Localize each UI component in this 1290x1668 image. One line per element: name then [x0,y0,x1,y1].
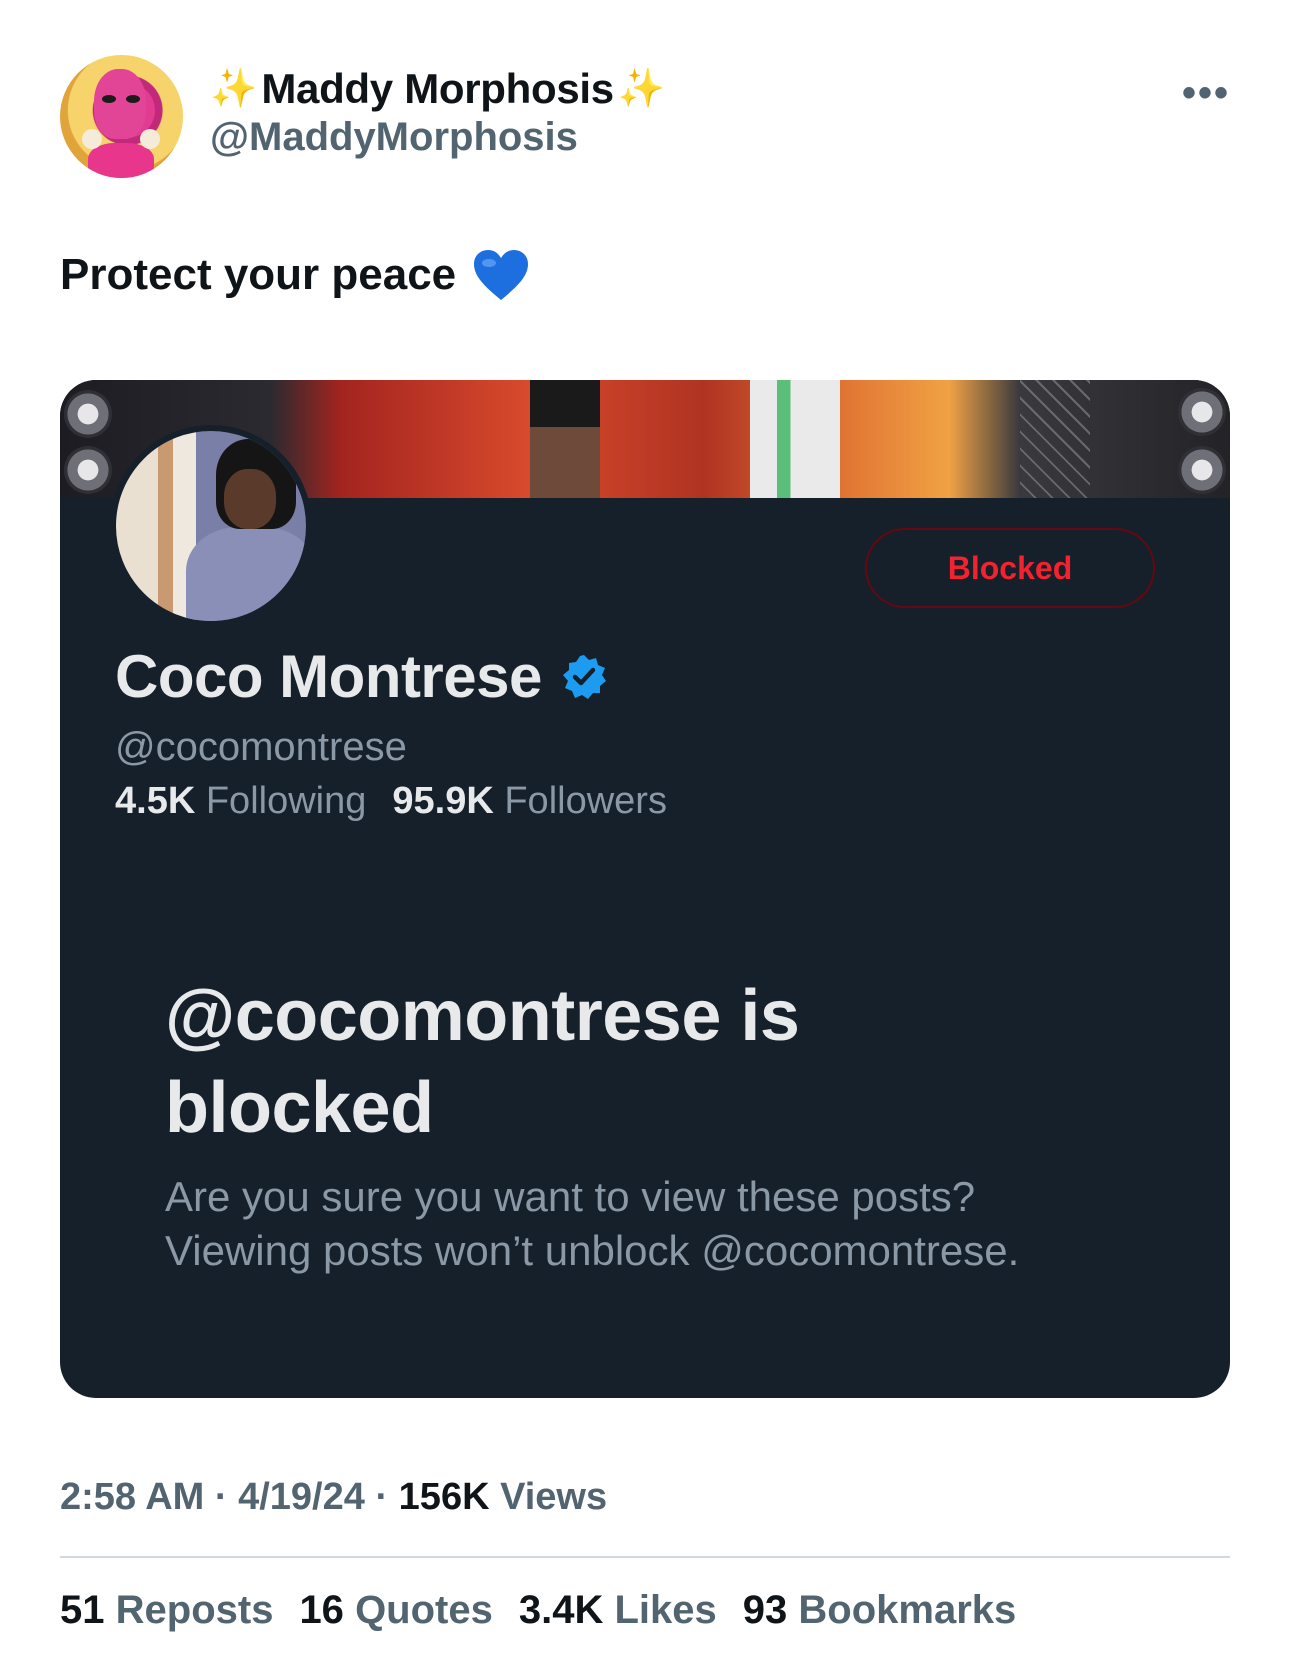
author-name-row[interactable]: ✨ Maddy Morphosis ✨ [210,65,665,113]
followers-stat[interactable]: 95.9K Followers [392,780,667,823]
likes-label: Likes [614,1588,717,1632]
bookmarks-label: Bookmarks [798,1588,1017,1632]
bookmarks-stat[interactable]: 93 Bookmarks [743,1588,1017,1633]
tweet-time[interactable]: 2:58 AM [60,1476,204,1518]
quotes-stat[interactable]: 16 Quotes [299,1588,492,1633]
more-options-icon[interactable]: ••• [1182,73,1230,113]
profile-avatar[interactable] [110,425,312,627]
followers-label: Followers [504,780,667,822]
avatar-eye [102,95,116,103]
reposts-stat[interactable]: 51 Reposts [60,1588,273,1633]
likes-count: 3.4K [518,1588,604,1632]
author-display-name[interactable]: Maddy Morphosis [261,65,614,113]
meta-separator: · [364,1476,399,1518]
bookmarks-count: 93 [742,1588,788,1632]
blue-heart-icon [474,250,529,300]
blocked-button[interactable]: Blocked [865,528,1155,608]
stage-light [1178,388,1226,436]
stage-light [1178,446,1226,494]
verified-badge-icon [562,654,606,699]
blocked-title: @cocomontrese is blocked [165,976,800,1148]
sparkle-icon: ✨ [210,68,258,110]
views-count: 156K [398,1476,490,1518]
tweet-text-content: Protect your peace [60,250,457,299]
reposts-count: 51 [60,1588,105,1632]
stage-light [64,446,112,494]
sparkle-icon: ✨ [617,68,666,110]
profile-name-row: Coco Montrese [115,642,608,711]
reposts-label: Reposts [115,1588,274,1632]
stage-light [64,390,112,438]
avatar-face [94,69,146,139]
author-avatar[interactable] [60,55,183,178]
following-count: 4.5K [115,780,196,822]
profile-handle: @cocomontrese [115,725,407,769]
tweet-header: ✨ Maddy Morphosis ✨ @MaddyMorphosis ••• [60,55,1230,180]
embedded-profile-card[interactable]: Blocked Coco Montrese @cocomontrese 4.5K… [60,380,1230,1398]
quotes-count: 16 [299,1588,344,1632]
avatar-body [88,143,154,178]
engagement-stats: 51 Reposts 16 Quotes 3.4K Likes 93 Bookm… [60,1588,1016,1633]
avatar-face [224,469,276,529]
banner-figure [750,380,840,498]
avatar-shirt [186,527,306,621]
author-handle[interactable]: @MaddyMorphosis [210,115,578,160]
banner-figure [530,380,600,498]
following-label: Following [205,780,367,822]
followers-count: 95.9K [392,780,494,822]
quotes-label: Quotes [355,1588,493,1632]
stage-truss [1020,380,1090,498]
divider [60,1556,1230,1558]
avatar-earring [82,129,102,149]
tweet-meta: 2:58 AM · 4/19/24 · 156K Views [60,1476,607,1519]
avatar-earring [140,129,160,149]
tweet-date[interactable]: 4/19/24 [238,1476,365,1518]
views-label: Views [500,1476,608,1518]
likes-stat[interactable]: 3.4K Likes [519,1588,717,1633]
avatar-eye [126,95,140,103]
meta-separator: · [204,1476,239,1518]
tweet-text: Protect your peace [60,248,530,302]
profile-display-name: Coco Montrese [115,643,542,710]
blocked-description: Are you sure you want to view these post… [165,1173,1020,1274]
profile-stats: 4.5K Following 95.9K Followers [115,780,667,823]
following-stat[interactable]: 4.5K Following [115,780,366,823]
